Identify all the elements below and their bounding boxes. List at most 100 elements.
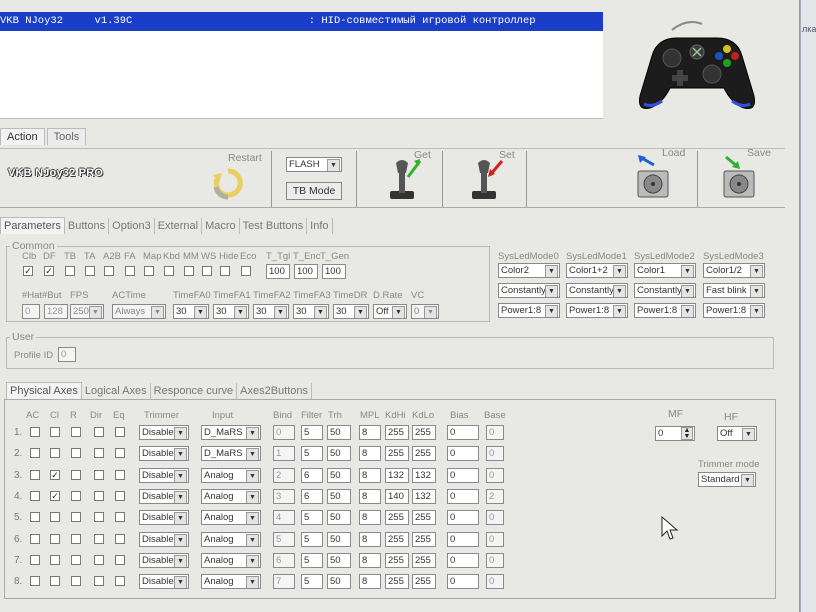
common-checkbox-map[interactable] [144,266,154,276]
tab-info[interactable]: Info [307,218,333,234]
axis-checkbox-r[interactable] [71,576,81,587]
axis-checkbox-dir[interactable] [94,448,104,459]
axis-checkbox-cl[interactable] [50,427,60,437]
axis-checkbox-r[interactable] [71,490,81,501]
vc-select[interactable]: 0 [411,304,439,319]
common-checkbox-clb[interactable]: ✓ [23,266,33,276]
common-checkbox-df[interactable]: ✓ [44,266,54,276]
trh-field[interactable]: 50 [327,446,351,462]
trh-field[interactable]: 50 [327,531,351,547]
tab-external[interactable]: External [155,218,203,234]
base-field[interactable]: 0 [486,531,504,547]
bind-field[interactable]: 4 [273,510,295,526]
axis-checkbox-r[interactable] [71,554,81,565]
trimmer-select[interactable]: Disable [139,552,189,568]
axis-checkbox-ac[interactable] [30,490,40,501]
axis-checkbox-cl[interactable] [50,576,60,587]
axis-checkbox-eq[interactable] [115,576,125,587]
filter-field[interactable]: 6 [301,488,323,504]
kdhi-field[interactable]: 255 [385,552,409,568]
trimmer-select[interactable]: Disable [139,531,189,547]
axis-checkbox-dir[interactable] [94,554,104,565]
filter-field[interactable]: 6 [301,467,323,483]
common-checkbox-mm[interactable] [184,266,194,276]
axis-checkbox-eq[interactable] [115,469,125,480]
bias-field[interactable]: 0 [447,446,479,462]
common-checkbox-hide[interactable] [220,266,230,276]
hat-field[interactable]: 0 [22,304,40,319]
axis-checkbox-eq[interactable] [115,448,125,459]
bind-field[interactable]: 6 [273,552,295,568]
base-field[interactable]: 2 [486,488,504,504]
tab-option3[interactable]: Option3 [109,218,155,234]
common-checkbox-ta[interactable] [85,266,95,276]
mpl-field[interactable]: 8 [359,488,381,504]
bias-field[interactable]: 0 [447,552,479,568]
axis-checkbox-ac[interactable] [30,512,40,523]
axis-checkbox-ac[interactable] [30,448,40,459]
mpl-field[interactable]: 8 [359,467,381,483]
hf-select[interactable]: Off [717,426,757,441]
input-select[interactable]: Analog [201,510,261,526]
axis-checkbox-ac[interactable] [30,469,40,480]
filter-field[interactable]: 5 [301,446,323,462]
bias-field[interactable]: 0 [447,574,479,590]
kdhi-field[interactable]: 140 [385,488,409,504]
axis-checkbox-ac[interactable] [30,427,40,437]
timefa0-select[interactable]: 30 [173,304,209,319]
t-enc-field[interactable]: 100 [294,264,318,279]
mf-spinner-arrows[interactable]: ▲ ▼ [681,427,693,440]
bias-field[interactable]: 0 [447,425,479,440]
filter-field[interactable]: 5 [301,425,323,440]
trh-field[interactable]: 50 [327,425,351,440]
trimmer-select[interactable]: Disable [139,425,189,440]
tab-buttons[interactable]: Buttons [65,218,110,234]
axis-checkbox-cl[interactable] [50,533,60,544]
kdhi-field[interactable]: 255 [385,425,409,440]
axis-checkbox-dir[interactable] [94,469,104,480]
mpl-field[interactable]: 8 [359,425,381,440]
input-select[interactable]: Analog [201,552,261,568]
actime-select[interactable]: Always [112,304,166,319]
restart-icon[interactable] [212,167,244,201]
axis-checkbox-eq[interactable] [115,533,125,544]
input-select[interactable]: D_MaRS [201,425,261,440]
axis-checkbox-r[interactable] [71,533,81,544]
mpl-field[interactable]: 8 [359,552,381,568]
kdhi-field[interactable]: 255 [385,446,409,462]
kdlo-field[interactable]: 255 [412,425,436,440]
trimmer-select[interactable]: Disable [139,574,189,590]
tab-responce-curve[interactable]: Responce curve [151,383,238,399]
kdhi-field[interactable]: 255 [385,531,409,547]
drate-select[interactable]: Off [373,304,407,319]
sysled1-power-select[interactable]: Power1:8 [566,303,628,318]
filter-field[interactable]: 5 [301,574,323,590]
sysled0-color-select[interactable]: Color2 [498,263,560,278]
axis-checkbox-eq[interactable] [115,490,125,501]
kdlo-field[interactable]: 132 [412,488,436,504]
common-checkbox-fa[interactable] [125,266,135,276]
axis-checkbox-cl[interactable] [50,554,60,565]
base-field[interactable]: 0 [486,467,504,483]
t-gen-field[interactable]: 100 [322,264,346,279]
tab-action[interactable]: Action [0,128,45,145]
fps-select[interactable]: 250 [70,304,104,319]
mpl-field[interactable]: 8 [359,574,381,590]
sysled1-color-select[interactable]: Color1+2 [566,263,628,278]
profile-id-field[interactable]: 0 [58,347,76,362]
but-field[interactable]: 128 [44,304,68,319]
t-tgl-field[interactable]: 100 [266,264,290,279]
input-select[interactable]: Analog [201,488,261,504]
mpl-field[interactable]: 8 [359,446,381,462]
bind-field[interactable]: 1 [273,446,295,462]
trimmer-mode-select[interactable]: Standard [698,472,756,487]
kdhi-field[interactable]: 132 [385,467,409,483]
axis-checkbox-ac[interactable] [30,554,40,565]
trh-field[interactable]: 50 [327,510,351,526]
kdlo-field[interactable]: 255 [412,552,436,568]
bind-field[interactable]: 7 [273,574,295,590]
axis-checkbox-eq[interactable] [115,554,125,565]
axis-checkbox-eq[interactable] [115,512,125,523]
axis-checkbox-dir[interactable] [94,576,104,587]
trh-field[interactable]: 50 [327,574,351,590]
